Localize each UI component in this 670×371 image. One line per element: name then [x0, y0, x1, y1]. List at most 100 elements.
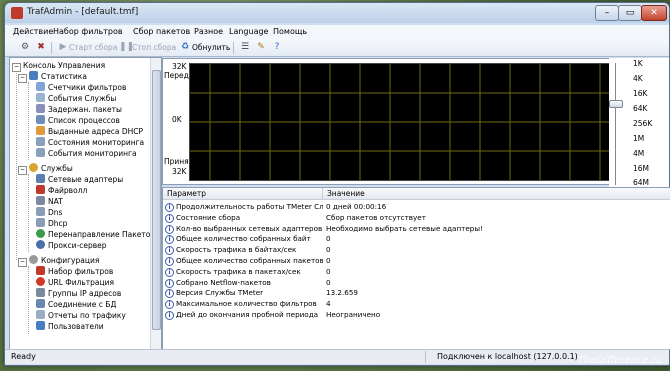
tree-item[interactable]: События мониторинга — [36, 148, 137, 159]
tree-item[interactable]: Dhcp — [36, 218, 67, 229]
graph-top-value: 32K — [172, 62, 187, 71]
toolbar: ⚙ ✖ ▶ Старт сбора ❚❚ Стоп сбора ♻ Обнули… — [5, 39, 669, 57]
nat-icon — [36, 196, 45, 205]
tree-item[interactable]: NAT — [36, 196, 63, 207]
services-icon — [29, 163, 38, 172]
collapse-icon[interactable]: − — [18, 74, 27, 83]
table-row[interactable]: iПродолжительность работы TMeter Служ...… — [163, 202, 670, 213]
tree-root[interactable]: − Консоль Управления — [12, 60, 106, 72]
tree-item[interactable]: Прокси-сервер — [36, 240, 107, 251]
column-header-value[interactable]: Значение — [323, 188, 670, 200]
parameter-name: Скорость трафика в пакетах/сек — [176, 266, 301, 276]
tree-group-configuration[interactable]: − Конфигурация — [18, 255, 99, 267]
tools-icon[interactable]: ✎ — [255, 42, 267, 53]
info-icon: i — [165, 311, 174, 320]
start-capture-button[interactable]: Старт сбора — [69, 43, 117, 52]
collapse-icon[interactable]: − — [18, 258, 27, 267]
watermark: TheDifference.ru — [578, 355, 663, 366]
tree-item[interactable]: Состояния мониторинга — [36, 137, 144, 148]
status-bar: Ready Подключен к localhost (127.0.0.1) — [5, 349, 669, 364]
title-bar[interactable]: TrafAdmin - [default.tmf] – ▭ ✕ — [5, 3, 669, 23]
tree-item[interactable]: Перенаправление Пакетов — [36, 229, 155, 240]
tree-scroll-thumb[interactable] — [152, 70, 161, 330]
database-icon — [36, 299, 45, 308]
help-icon[interactable]: ? — [271, 42, 283, 53]
scale-label: 1M — [633, 134, 645, 143]
tree-item[interactable]: Соединение с БД — [36, 299, 116, 310]
tree-group-services[interactable]: − Службы — [18, 163, 73, 175]
tree-group-label: Статистика — [41, 72, 87, 81]
tree-item-label: Сетевые адаптеры — [48, 175, 124, 184]
table-row[interactable]: i Общее количество собранных байт 0 — [163, 234, 670, 245]
collapse-icon[interactable]: − — [18, 166, 27, 175]
table-row[interactable]: i Скорость трафика в пакетах/сек 0 — [163, 267, 670, 278]
pause-icon[interactable]: ❚❚ — [119, 42, 134, 53]
tree-item[interactable]: Группы IP адресов — [36, 288, 121, 299]
menu-filter-set[interactable]: Набор фильтров — [53, 27, 123, 36]
table-row[interactable]: i Кол-во выбранных сетевых адаптеров Необх… — [163, 224, 670, 235]
parameter-value: 13.2.659 — [326, 288, 359, 298]
parameter-value: Необходимо выбрать сетевые адаптеры! — [326, 223, 483, 233]
maximize-button[interactable]: ▭ — [618, 5, 642, 21]
menu-language[interactable]: Language — [229, 27, 268, 36]
properties-icon[interactable]: ☰ — [239, 42, 251, 53]
menu-misc[interactable]: Разное — [194, 27, 223, 36]
stop-capture-button[interactable]: Стоп сбора — [132, 43, 176, 52]
disconnect-icon[interactable]: ✖ — [35, 42, 47, 53]
parameter-cell: i Дней до окончания пробной периода — [165, 310, 323, 321]
minimize-button[interactable]: – — [595, 5, 619, 21]
info-icon: i — [165, 257, 174, 266]
table-row[interactable]: i Дней до окончания пробной периода Неогра… — [163, 310, 670, 321]
scale-label: 4K — [633, 74, 643, 83]
console-icon[interactable]: ⚙ — [19, 42, 31, 53]
tree-item[interactable]: Выданные адреса DHCP — [36, 126, 143, 137]
scale-slider-thumb[interactable] — [609, 100, 623, 108]
menu-action[interactable]: Действие — [13, 27, 53, 36]
table-row[interactable]: i Состояние сбора Сбор пакетов отсутствует — [163, 213, 670, 224]
info-icon: i — [165, 246, 174, 256]
tree-item[interactable]: Набор фильтров — [36, 266, 113, 277]
toolbar-separator — [51, 42, 52, 54]
parameter-name: Скорость трафика в байтах/сек — [176, 245, 297, 255]
table-row[interactable]: i Максимальное количество фильтров 4 — [163, 299, 670, 310]
tree-item[interactable]: События Службы — [36, 93, 116, 104]
reset-icon[interactable]: ♻ — [179, 42, 191, 53]
tree-item[interactable]: Задержан. пакеты — [36, 104, 122, 115]
report-icon — [36, 310, 45, 319]
tree-item[interactable]: Список процессов — [36, 115, 120, 126]
table-row[interactable]: i Версия Службы TMeter 13.2.659 — [163, 288, 670, 299]
menu-help[interactable]: Помощь — [273, 27, 307, 36]
events-icon — [36, 93, 45, 102]
menu-packet-capture[interactable]: Сбор пакетов — [133, 27, 190, 36]
tree-group-statistics[interactable]: − Статистика — [18, 71, 87, 83]
parameter-name: Дней до окончания пробной периода — [176, 310, 319, 319]
tree-item-label: Dhcp — [48, 219, 68, 228]
close-button[interactable]: ✕ — [641, 5, 667, 21]
tree-item[interactable]: Сетевые адаптеры — [36, 174, 123, 185]
tree-scrollbar[interactable] — [150, 58, 161, 349]
tree-item[interactable]: URL Фильтрация — [36, 277, 114, 288]
parameters-table: Параметр Значение i Продолжительность раб… — [162, 187, 670, 350]
reset-button[interactable]: Обнулить — [192, 43, 230, 52]
table-row[interactable]: i Скорость трафика в байтах/сек 0 — [163, 245, 670, 256]
redirect-icon — [36, 229, 45, 238]
parameter-name: Продолжительность работы TMeter Служ... — [176, 202, 323, 211]
tree-item[interactable]: Пользователи — [36, 321, 104, 332]
tree-item-label: Выданные адреса DHCP — [48, 127, 144, 136]
parameter-name: Общее количество собранных пакетов — [176, 256, 323, 265]
parameter-name: Собрано Netflow-пакетов — [176, 277, 271, 287]
scale-label: 256K — [633, 119, 653, 128]
tree-connector — [28, 174, 29, 252]
scale-slider-track[interactable] — [615, 63, 616, 185]
column-header-parameter[interactable]: Параметр — [163, 188, 323, 200]
tree-item[interactable]: Файрволл — [36, 185, 87, 196]
tree-item[interactable]: Счетчики фильтров — [36, 82, 126, 93]
play-icon[interactable]: ▶ — [57, 42, 69, 53]
tree-item[interactable]: Dns — [36, 207, 62, 218]
table-row[interactable]: i Общее количество собранных пакетов 0 — [163, 256, 670, 267]
graph-bottom-value: 32K — [172, 167, 187, 176]
table-row[interactable]: i Собрано Netflow-пакетов 0 — [163, 278, 670, 289]
tree-item[interactable]: Отчеты по трафику — [36, 310, 126, 321]
monitor-icon — [36, 137, 45, 146]
tree-root-label: Консоль Управления — [23, 61, 106, 70]
